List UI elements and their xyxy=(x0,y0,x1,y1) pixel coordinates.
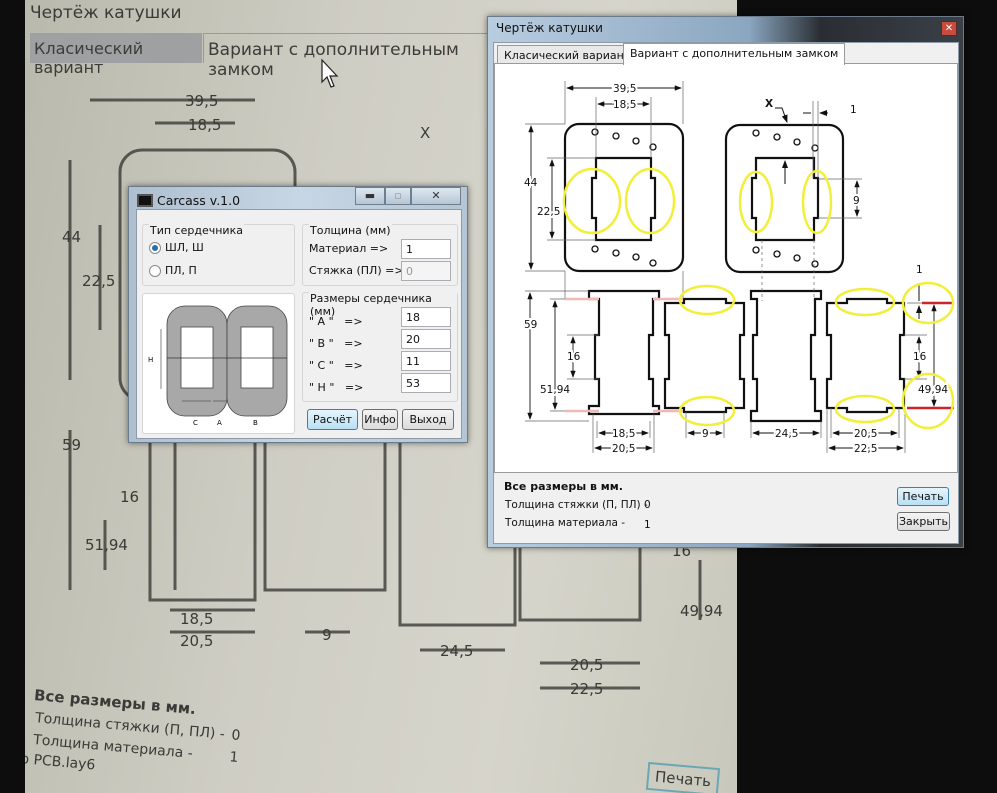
tab-classic[interactable]: Класический вариант xyxy=(497,45,638,65)
dim-label: 16 xyxy=(913,351,927,363)
dim-label: 20,5 xyxy=(854,428,877,440)
bg-dim: 20,5 xyxy=(570,656,603,674)
bg-dim: 22,5 xyxy=(82,272,115,290)
dim-label: 18,5 xyxy=(613,99,636,111)
mouse-cursor-icon xyxy=(321,58,339,88)
core-type-legend: Тип сердечника xyxy=(149,224,244,237)
diagram-label-c: C xyxy=(193,419,198,427)
dim-label: 20,5 xyxy=(612,443,635,455)
print-button[interactable]: Печать xyxy=(897,487,949,506)
tie-thickness-value: 0 xyxy=(644,499,651,511)
dim-label: X xyxy=(765,98,773,110)
bg-dim: 16 xyxy=(120,488,139,506)
core-type-group: Тип сердечника ШЛ, Ш ПЛ, П xyxy=(142,224,295,286)
core-diagram: H C A B xyxy=(142,293,295,434)
material-thickness-label: Толщина материала - xyxy=(505,517,626,529)
close-icon[interactable]: ✕ xyxy=(411,187,461,205)
dim-label: 16 xyxy=(567,351,581,363)
close-button[interactable]: Закрыть xyxy=(897,512,950,531)
tie-label: Стяжка (ПЛ) => xyxy=(309,264,404,277)
bg-dim: 24,5 xyxy=(440,642,473,660)
dim-label: 9 xyxy=(853,195,860,207)
size-h-label: " H " => xyxy=(309,381,364,394)
size-b-input[interactable]: 20 xyxy=(401,329,451,349)
tie-input: 0 xyxy=(401,261,451,281)
bg-print-button: Печать xyxy=(645,761,721,793)
bg-tie-value: 0 xyxy=(230,727,242,745)
material-label: Материал => xyxy=(309,242,389,255)
radio-shl[interactable] xyxy=(149,242,161,254)
carcass-window: Carcass v.1.0 ▬ ▫ ✕ Тип сердечника ШЛ, Ш… xyxy=(128,186,468,443)
note-title: Все размеры в мм. xyxy=(504,480,623,493)
diagram-label-a: A xyxy=(217,419,222,427)
radio-pl[interactable] xyxy=(149,265,161,277)
thickness-legend: Толщина (мм) xyxy=(309,224,392,237)
bg-dim: 39,5 xyxy=(185,92,218,110)
size-a-label: " A " => xyxy=(309,315,363,328)
dim-label: 59 xyxy=(524,319,537,331)
coil-drawing: 39,5 18,5 44 22,5 X 1 9 59 16 51,94 18,5… xyxy=(522,81,955,457)
radio-shl-label: ШЛ, Ш xyxy=(165,241,204,254)
app-icon xyxy=(137,194,153,207)
dim-label: 51,94 xyxy=(540,384,570,396)
dim-label: 22,5 xyxy=(537,206,560,218)
bg-dim: X xyxy=(420,124,430,142)
tie-thickness-label: Толщина стяжки (П, ПЛ) - xyxy=(505,499,648,511)
maximize-icon: ▫ xyxy=(385,187,411,205)
radio-pl-label: ПЛ, П xyxy=(165,264,197,277)
bg-dim: 18,5 xyxy=(180,610,213,628)
highlight-ellipses xyxy=(562,167,955,430)
size-h-input[interactable]: 53 xyxy=(401,373,451,393)
bg-dim: 51,94 xyxy=(85,536,128,554)
drawing-panel: 39,5 18,5 44 22,5 X 1 9 59 16 51,94 18,5… xyxy=(494,63,958,473)
diagram-label-h: H xyxy=(148,356,153,364)
tab-extra-lock[interactable]: Вариант с дополнительным замком xyxy=(623,43,846,65)
material-input[interactable]: 1 xyxy=(401,239,451,259)
info-button[interactable]: Инфо xyxy=(362,409,398,430)
size-c-input[interactable]: 11 xyxy=(401,351,451,371)
dim-label: 49,94 xyxy=(918,384,948,396)
drawing-window: Чертёж катушки ✕ Класический вариант Вар… xyxy=(487,16,964,548)
dim-label: 39,5 xyxy=(613,83,636,95)
bg-dim: 20,5 xyxy=(180,632,213,650)
bg-dim: 59 xyxy=(62,436,81,454)
bg-dim: 18,5 xyxy=(188,116,221,134)
bg-material-value: 1 xyxy=(228,749,240,766)
dim-label: 44 xyxy=(524,177,538,189)
diagram-label-b: B xyxy=(253,419,258,427)
dim-label: 1 xyxy=(916,264,923,276)
dim-label: 24,5 xyxy=(775,428,798,440)
size-b-label: " B " => xyxy=(309,337,363,350)
size-a-input[interactable]: 18 xyxy=(401,307,451,327)
dim-label: 18,5 xyxy=(612,428,635,440)
exit-button[interactable]: Выход xyxy=(402,409,454,430)
calculate-button[interactable]: Расчёт xyxy=(307,409,358,430)
dim-label: 22,5 xyxy=(854,443,877,455)
dim-label: 1 xyxy=(850,104,857,116)
material-thickness-value: 1 xyxy=(644,519,651,531)
bg-dim: 9 xyxy=(322,626,332,644)
dim-label: 9 xyxy=(702,428,709,440)
minimize-icon[interactable]: ▬ xyxy=(355,187,385,205)
bg-dim: 44 xyxy=(62,228,81,246)
close-icon[interactable]: ✕ xyxy=(941,21,957,36)
window-title: Carcass v.1.0 xyxy=(157,193,241,208)
bg-dim: 22,5 xyxy=(570,680,603,698)
bg-dim: 49,94 xyxy=(680,602,723,620)
window-title: Чертёж катушки xyxy=(496,21,603,35)
size-c-label: " C " => xyxy=(309,359,363,372)
